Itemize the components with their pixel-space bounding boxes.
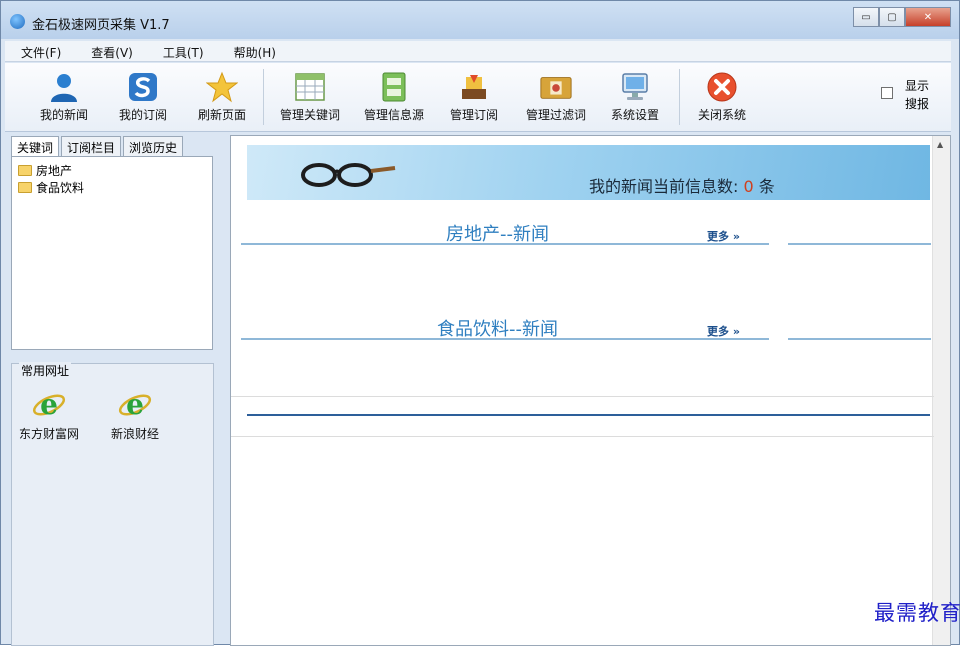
window-title: 金石极速网页采集 V1.7 xyxy=(32,18,170,33)
watermark-text: 最需教育 xyxy=(874,601,962,625)
close-system-label: 关闭系统 xyxy=(697,108,746,122)
manage-subscriptions-button[interactable]: 管理订阅 xyxy=(437,67,511,127)
cabinet-icon xyxy=(377,71,411,103)
glasses-icon xyxy=(301,163,396,187)
menu-help[interactable]: 帮助(H) xyxy=(218,41,290,61)
left-tabs: 关键词 订阅栏目 浏览历史 xyxy=(11,136,185,156)
section-divider xyxy=(241,243,769,245)
my-news-label: 我的新闻 xyxy=(39,108,88,122)
news-count-text: 我的新闻当前信息数: 0 条 xyxy=(589,173,775,197)
show-search-label: 显示搜报 xyxy=(905,79,930,111)
maximize-button[interactable]: ▢ xyxy=(879,7,905,27)
menu-tools[interactable]: 工具(T) xyxy=(147,41,218,61)
tree-item-food-beverage[interactable]: 食品饮料 xyxy=(18,179,84,196)
news-content-pane: ▲ 我的新闻当前信息数: 0 条 房地产--新闻 更多 » 食品饮料--新闻 更… xyxy=(230,135,951,646)
subscribe-icon xyxy=(126,71,160,103)
my-news-button[interactable]: 我的新闻 xyxy=(27,67,101,127)
site-eastmoney[interactable]: e 东方财富网 xyxy=(14,386,84,442)
tree-item-label: 食品饮料 xyxy=(36,181,85,195)
news-count-prefix: 我的新闻当前信息数: xyxy=(589,177,739,196)
manage-sources-label: 管理信息源 xyxy=(363,108,424,122)
svg-text:e: e xyxy=(126,388,144,421)
site-sina-finance[interactable]: e 新浪财经 xyxy=(100,386,170,442)
table-icon xyxy=(293,71,327,103)
monitor-icon xyxy=(618,71,652,103)
close-red-icon xyxy=(705,71,739,103)
toolbar-separator xyxy=(679,69,680,125)
site-label: 东方财富网 xyxy=(18,427,79,441)
keyword-panel: 关键词 订阅栏目 浏览历史 房地产 食品饮料 xyxy=(11,135,214,355)
close-button[interactable]: ✕ xyxy=(905,7,951,27)
section-divider xyxy=(788,243,931,245)
tab-keywords[interactable]: 关键词 xyxy=(11,136,60,156)
ie-browser-icon: e xyxy=(31,386,67,422)
show-search-checkbox[interactable] xyxy=(881,87,893,99)
divider xyxy=(231,436,934,437)
section-divider xyxy=(788,338,931,340)
keyword-tree: 房地产 食品饮料 xyxy=(11,156,213,350)
scroll-up-icon[interactable]: ▲ xyxy=(937,140,943,149)
more-link-real-estate[interactable]: 更多 » xyxy=(707,228,740,244)
tree-item-real-estate[interactable]: 房地产 xyxy=(18,162,72,179)
toolbar-separator xyxy=(263,69,264,125)
manage-subscriptions-label: 管理订阅 xyxy=(449,108,498,122)
menu-view[interactable]: 查看(V) xyxy=(75,41,147,61)
folder-icon xyxy=(18,165,32,176)
app-logo-icon xyxy=(10,14,25,29)
tab-subscription-columns[interactable]: 订阅栏目 xyxy=(61,136,122,156)
more-link-food-beverage[interactable]: 更多 » xyxy=(707,323,740,339)
manage-keywords-button[interactable]: 管理关键词 xyxy=(273,67,347,127)
title-bar: 金石极速网页采集 V1.7 ▭ ▢ ✕ xyxy=(1,1,959,39)
star-icon xyxy=(205,71,239,103)
window-controls: ▭ ▢ ✕ xyxy=(853,7,951,27)
divider xyxy=(231,396,934,397)
news-banner: 我的新闻当前信息数: 0 条 xyxy=(247,145,930,200)
folder-icon xyxy=(18,182,32,193)
folder-icon xyxy=(539,71,573,103)
site-label: 新浪财经 xyxy=(110,427,159,441)
toolbar: 我的新闻 我的订阅 刷新页面 管理关键词 管理信息源 管理订阅 管理过滤词 系统… xyxy=(5,63,951,132)
section-divider xyxy=(241,338,769,340)
system-settings-button[interactable]: 系统设置 xyxy=(598,67,672,127)
common-sites-title: 常用网址 xyxy=(19,362,72,379)
ie-browser-icon: e xyxy=(117,386,153,422)
show-search-toggle[interactable]: 显示搜报 xyxy=(881,77,935,113)
news-count-suffix: 条 xyxy=(758,177,775,196)
manage-sources-button[interactable]: 管理信息源 xyxy=(357,67,431,127)
manage-filters-label: 管理过滤词 xyxy=(525,108,586,122)
my-subscriptions-label: 我的订阅 xyxy=(118,108,167,122)
vertical-scrollbar[interactable]: ▲ xyxy=(932,136,950,645)
close-system-button[interactable]: 关闭系统 xyxy=(685,67,759,127)
footer-divider xyxy=(247,414,930,416)
menu-bar: 文件(F) 查看(V) 工具(T) 帮助(H) xyxy=(5,41,951,62)
system-settings-label: 系统设置 xyxy=(610,108,659,122)
tab-browse-history[interactable]: 浏览历史 xyxy=(123,136,184,156)
manage-filters-button[interactable]: 管理过滤词 xyxy=(519,67,593,127)
app-window: 金石极速网页采集 V1.7 ▭ ▢ ✕ 文件(F) 查看(V) 工具(T) 帮助… xyxy=(0,0,960,646)
user-icon xyxy=(47,71,81,103)
news-count-value: 0 xyxy=(743,177,754,196)
minimize-button[interactable]: ▭ xyxy=(853,7,879,27)
my-subscriptions-button[interactable]: 我的订阅 xyxy=(106,67,180,127)
menu-file[interactable]: 文件(F) xyxy=(5,41,75,61)
manage-keywords-label: 管理关键词 xyxy=(279,108,340,122)
inbox-icon xyxy=(457,71,491,103)
svg-text:e: e xyxy=(40,388,58,421)
common-sites-panel: 常用网址 e 东方财富网 e 新浪财经 xyxy=(11,362,214,646)
refresh-page-label: 刷新页面 xyxy=(197,108,246,122)
tree-item-label: 房地产 xyxy=(36,164,73,178)
refresh-page-button[interactable]: 刷新页面 xyxy=(185,67,259,127)
